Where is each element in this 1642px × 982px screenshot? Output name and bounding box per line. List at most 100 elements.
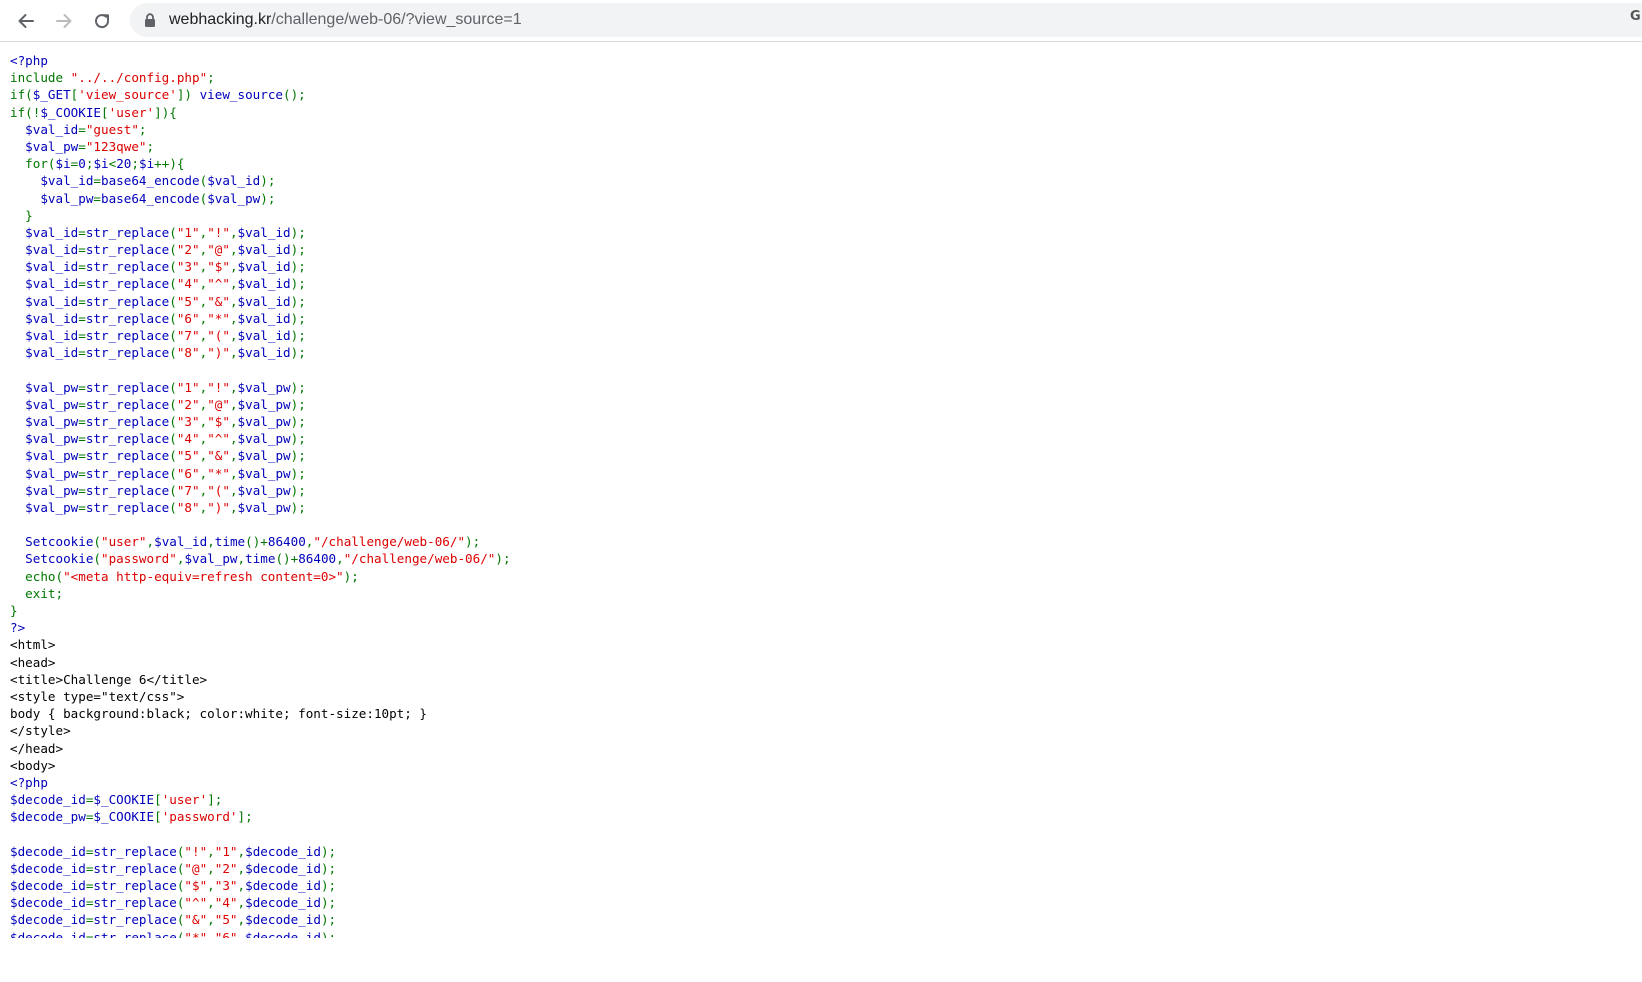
code-token: "^" [207, 431, 230, 447]
code-token: ( [93, 551, 102, 567]
code-token: str_replace [85, 499, 170, 515]
code-token: str_replace [85, 448, 170, 464]
code-token: "@" [184, 860, 208, 876]
code-token: "../../config.php" [70, 70, 208, 86]
code-token: "guest" [85, 121, 139, 137]
code-token: "1" [176, 224, 200, 240]
code-token: "&" [207, 293, 230, 309]
code-token: ); [320, 843, 337, 859]
code-line: <?php [10, 774, 1630, 791]
code-token: str_replace [85, 345, 170, 361]
code-token: $val_id [25, 293, 79, 309]
lock-icon[interactable] [144, 13, 156, 27]
code-line: <style type="text/css"> [10, 688, 1630, 705]
code-line: $val_pw=str_replace("8",")",$val_pw); [10, 499, 1630, 516]
code-token: = [78, 482, 86, 498]
code-token: ")" [207, 345, 230, 361]
code-token: $val_id [207, 173, 261, 189]
code-line: $val_pw=base64_encode($val_pw); [10, 190, 1630, 207]
code-token: [ [154, 809, 162, 825]
code-token: $val_pw [25, 431, 79, 447]
code-token: [ [154, 792, 162, 808]
back-arrow-icon[interactable] [10, 5, 42, 37]
code-line: ?> [10, 619, 1630, 636]
code-token: 20 [116, 156, 132, 172]
code-line: $val_pw=str_replace("1","!",$val_pw); [10, 379, 1630, 396]
code-token: str_replace [85, 328, 170, 343]
code-token: ; [138, 121, 147, 137]
code-token: ?> [10, 620, 26, 636]
code-token: } [10, 603, 18, 618]
url-text[interactable]: webhacking.kr/challenge/web-06/?view_sou… [169, 3, 522, 37]
code-token: "$" [207, 413, 230, 429]
code-token: $val_id [154, 534, 208, 550]
code-token: $decode_id [245, 878, 321, 893]
forward-arrow-icon[interactable] [48, 5, 80, 37]
code-token: str_replace [85, 413, 170, 429]
code-token: "5" [214, 912, 238, 928]
code-token: , [146, 534, 155, 550]
code-token: $val_pw [237, 431, 291, 447]
code-token: ( [93, 534, 102, 550]
code-token: , [229, 431, 238, 447]
code-token: "5" [176, 293, 200, 309]
code-token: $val_pw [25, 499, 79, 515]
code-token: <?php [10, 774, 48, 790]
code-token: , [336, 551, 344, 567]
code-token: "6" [176, 465, 200, 481]
code-token: $val_pw [237, 482, 291, 498]
code-line: <title>Challenge 6</title> [10, 671, 1630, 688]
reload-icon[interactable] [86, 5, 118, 37]
code-token: ); [290, 482, 306, 498]
code-token: ( [169, 293, 177, 309]
code-token: ); [290, 379, 306, 395]
code-token: , [237, 912, 246, 928]
code-token: "7" [176, 482, 200, 498]
code-token: $decode_pw [10, 809, 86, 825]
code-line: $val_id=str_replace("3","$",$val_id); [10, 258, 1630, 275]
code-token: $decode_id [10, 912, 86, 928]
code-token: , [229, 345, 238, 361]
address-bar[interactable]: webhacking.kr/challenge/web-06/?view_sou… [130, 3, 1642, 37]
code-token: $decode_id [10, 792, 86, 808]
code-token: , [237, 895, 246, 911]
code-line: Setcookie("password",$val_pw,time()+8640… [10, 550, 1630, 567]
code-token: ( [169, 310, 177, 326]
code-token: str_replace [85, 276, 170, 292]
code-token: $val_pw [25, 482, 79, 498]
code-token: , [229, 499, 238, 515]
extension-g-icon[interactable]: G [1630, 9, 1642, 25]
code-line: <html> [10, 636, 1630, 653]
code-token: ++){ [154, 156, 185, 172]
code-token: view_source [199, 87, 283, 103]
code-token: $val_pw [25, 138, 79, 154]
code-token: = [78, 499, 86, 515]
code-token: time [245, 551, 276, 567]
code-token: } [10, 207, 33, 223]
code-line: body { background:black; color:white; fo… [10, 705, 1630, 722]
code-token: = [78, 379, 86, 395]
code-token: base64_encode [101, 190, 200, 206]
code-token: , [207, 895, 215, 911]
code-line: $val_id=str_replace("7","(",$val_id); [10, 327, 1630, 344]
code-token: "!" [207, 379, 230, 395]
code-token: $val_pw [237, 379, 291, 395]
code-token: $val_id [237, 259, 291, 275]
code-line: $decode_id=str_replace("&","5",$decode_i… [10, 911, 1630, 928]
code-line: } [10, 602, 1630, 619]
code-token: ]) [176, 87, 200, 103]
code-token: , [207, 843, 215, 859]
code-token: ()+ [275, 551, 299, 567]
code-token: "6" [176, 310, 200, 326]
code-token: Setcookie [25, 534, 94, 550]
code-line: $decode_id=str_replace("$","3",$decode_i… [10, 877, 1630, 894]
code-token: , [237, 843, 246, 859]
code-token: "3" [214, 878, 238, 893]
